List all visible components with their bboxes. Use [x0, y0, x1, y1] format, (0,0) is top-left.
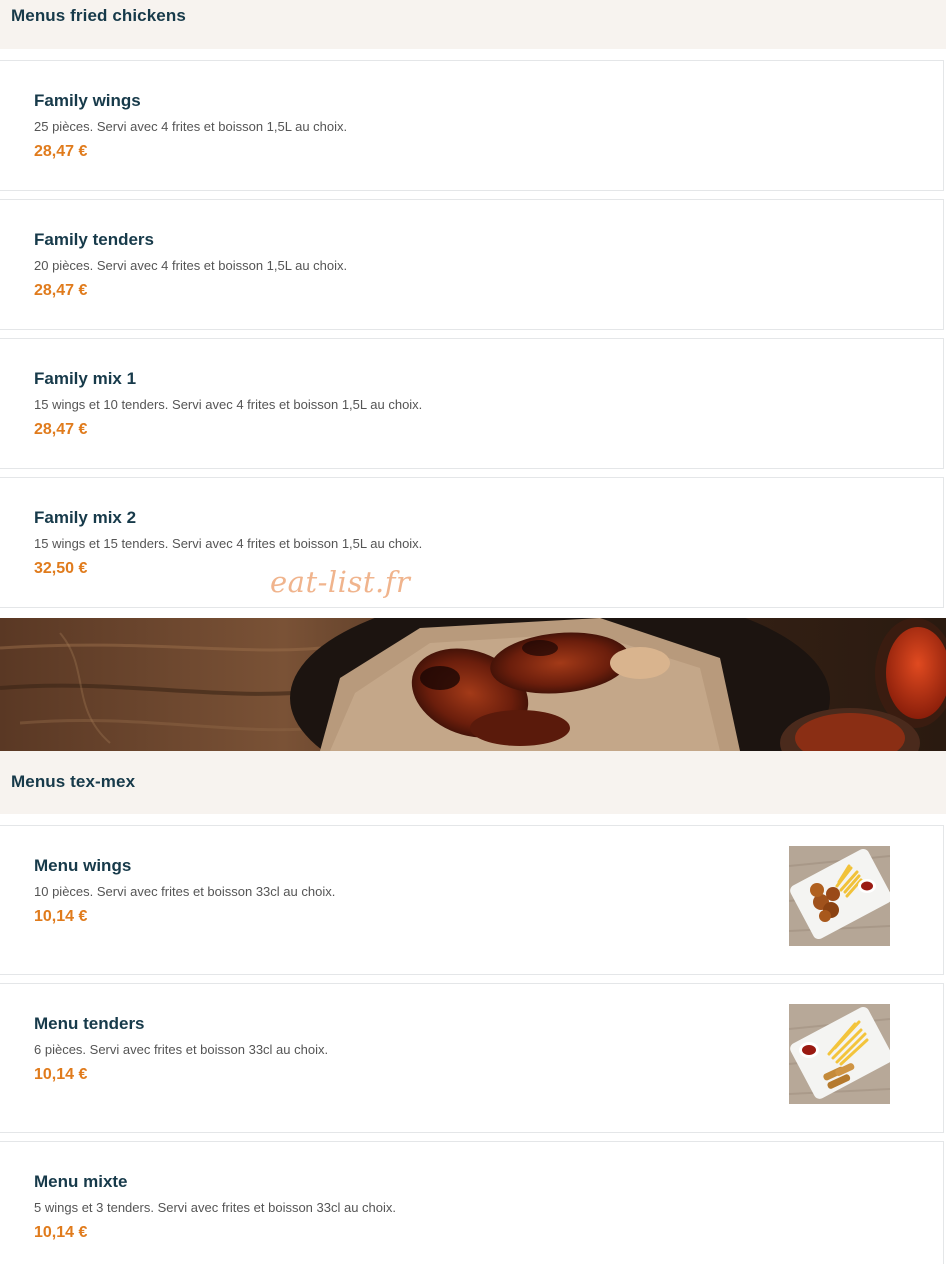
item-price: 10,14 € — [34, 908, 88, 925]
item-name: Menu tenders — [34, 1014, 145, 1033]
item-description: 25 pièces. Servi avec 4 frites et boisso… — [34, 119, 348, 134]
item-name: Menu mixte — [34, 1172, 128, 1191]
section-header-fried-chickens: Menus fried chickens — [0, 0, 946, 49]
menu-item-family-mix-2[interactable]: Family mix 2 15 wings et 15 tenders. Ser… — [0, 477, 944, 608]
item-description: 20 pièces. Servi avec 4 frites et boisso… — [34, 258, 348, 273]
item-description: 15 wings et 15 tenders. Servi avec 4 fri… — [34, 536, 423, 551]
item-description: 6 pièces. Servi avec frites et boisson 3… — [34, 1042, 329, 1057]
item-description: 10 pièces. Servi avec frites et boisson … — [34, 884, 336, 899]
item-name: Family wings — [34, 91, 141, 110]
menu-item-menu-tenders[interactable]: Menu tenders 6 pièces. Servi avec frites… — [0, 983, 944, 1133]
menu-item-family-mix-1[interactable]: Family mix 1 15 wings et 10 tenders. Ser… — [0, 338, 944, 469]
item-description: 15 wings et 10 tenders. Servi avec 4 fri… — [34, 397, 423, 412]
section-header-tex-mex: Menus tex-mex — [0, 751, 946, 814]
watermark-text: eat-list.fr — [270, 565, 411, 599]
menu-item-menu-mixte[interactable]: Menu mixte 5 wings et 3 tenders. Servi a… — [0, 1141, 944, 1264]
section-title: Menus tex-mex — [11, 772, 136, 791]
menu-wings-photo — [789, 846, 890, 946]
menu-item-family-tenders[interactable]: Family tenders 20 pièces. Servi avec 4 f… — [0, 199, 944, 330]
item-price: 10,14 € — [34, 1224, 88, 1241]
menu-item-menu-wings[interactable]: Menu wings 10 pièces. Servi avec frites … — [0, 825, 944, 975]
item-name: Family mix 1 — [34, 369, 137, 388]
item-name: Family mix 2 — [34, 508, 137, 527]
item-price: 28,47 € — [34, 282, 88, 299]
item-price: 10,14 € — [34, 1066, 88, 1083]
menu-tenders-photo — [789, 1004, 890, 1104]
item-price: 28,47 € — [34, 143, 88, 160]
menu-item-family-wings[interactable]: Family wings 25 pièces. Servi avec 4 fri… — [0, 60, 944, 191]
item-description: 5 wings et 3 tenders. Servi avec frites … — [34, 1200, 397, 1215]
item-name: Menu wings — [34, 856, 132, 875]
item-price: 32,50 € — [34, 560, 88, 577]
grilled-chicken-banner-image — [0, 618, 946, 751]
section-title: Menus fried chickens — [11, 6, 186, 25]
item-price: 28,47 € — [34, 421, 88, 438]
item-name: Family tenders — [34, 230, 154, 249]
